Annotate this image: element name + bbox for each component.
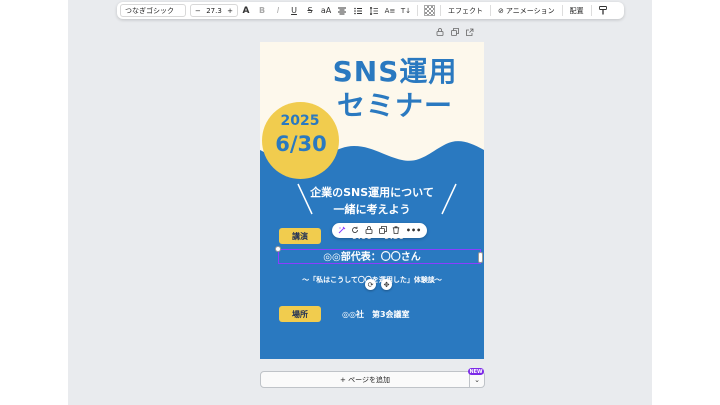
left-margin xyxy=(0,0,68,405)
font-size-stepper[interactable]: − 27.3 + xyxy=(190,4,238,17)
event-date[interactable]: 6/30 xyxy=(268,132,334,156)
page-actions xyxy=(436,28,474,38)
more-options-icon[interactable]: ••• xyxy=(406,226,421,235)
toolbar-divider xyxy=(440,5,441,16)
move-handle-icon[interactable]: ✥ xyxy=(381,279,392,290)
line-spacing-icon[interactable] xyxy=(366,4,382,17)
duplicate-icon[interactable] xyxy=(378,225,387,236)
italic-icon[interactable]: I xyxy=(270,4,286,17)
poster-page[interactable]: SNS運用 セミナー 2025 6/30 企業のSNS運用について 一緒に考えよ… xyxy=(260,42,484,359)
transparency-icon[interactable] xyxy=(421,4,437,17)
share-page-icon[interactable] xyxy=(466,28,474,38)
font-family-select[interactable]: つなぎゴシック xyxy=(120,4,186,17)
paint-format-icon[interactable] xyxy=(595,4,611,17)
animation-label: アニメーション xyxy=(505,6,555,15)
add-page-button[interactable]: + ページを追加 xyxy=(260,371,470,388)
animation-icon: ⊘ xyxy=(498,6,504,15)
font-size-increase-button[interactable]: + xyxy=(227,7,233,15)
font-size-decrease-button[interactable]: − xyxy=(195,7,201,15)
text-toolbar: つなぎゴシック − 27.3 + A B I U S aA A≡ T↓ エフェク… xyxy=(117,2,624,19)
right-margin xyxy=(652,0,720,405)
subtitle-line-2[interactable]: 一緒に考えよう xyxy=(260,201,484,217)
new-badge: NEW xyxy=(468,368,484,375)
venue-text[interactable]: ◎◎社 第3会議室 xyxy=(342,309,410,320)
duplicate-page-icon[interactable] xyxy=(451,28,459,38)
lock-icon[interactable] xyxy=(365,225,373,236)
text-selection-box[interactable] xyxy=(278,249,481,264)
text-color-icon[interactable]: A xyxy=(238,4,254,17)
strikethrough-icon[interactable]: S xyxy=(302,4,318,17)
venue-label-badge[interactable]: 場所 xyxy=(279,306,321,322)
resize-handle-left[interactable] xyxy=(275,246,281,252)
toolbar-divider xyxy=(590,5,592,16)
text-spacing-icon[interactable]: A≡ xyxy=(382,4,398,17)
rotate-refresh-icon[interactable] xyxy=(351,226,359,236)
toolbar-divider xyxy=(490,5,491,16)
toolbar-divider xyxy=(417,5,418,16)
lecture-label-badge[interactable]: 講演 xyxy=(279,228,321,244)
vertical-text-icon[interactable]: T↓ xyxy=(398,4,414,17)
rotate-handle-icon[interactable]: ⟳ xyxy=(365,279,376,290)
underline-icon[interactable]: U xyxy=(286,4,302,17)
add-page-label: + ページを追加 xyxy=(340,375,390,384)
font-size-value[interactable]: 27.3 xyxy=(206,7,222,15)
bulleted-list-icon[interactable] xyxy=(350,4,366,17)
chevron-down-icon: ⌄ xyxy=(474,375,480,384)
element-context-menu: ••• xyxy=(332,223,427,238)
letter-case-icon[interactable]: aA xyxy=(318,4,334,17)
event-year[interactable]: 2025 xyxy=(270,113,330,129)
lock-page-icon[interactable] xyxy=(436,28,444,38)
magic-edit-icon[interactable] xyxy=(338,226,346,236)
align-center-icon[interactable] xyxy=(334,4,350,17)
subtitle-line-1[interactable]: 企業のSNS運用について xyxy=(260,184,484,200)
bold-icon[interactable]: B xyxy=(254,4,270,17)
toolbar-divider xyxy=(561,5,563,16)
animation-button[interactable]: ⊘ アニメーション xyxy=(494,6,559,16)
trash-icon[interactable] xyxy=(392,225,400,236)
effects-button[interactable]: エフェクト xyxy=(444,6,487,16)
position-button[interactable]: 配置 xyxy=(566,6,588,16)
resize-handle-right[interactable] xyxy=(478,252,483,263)
